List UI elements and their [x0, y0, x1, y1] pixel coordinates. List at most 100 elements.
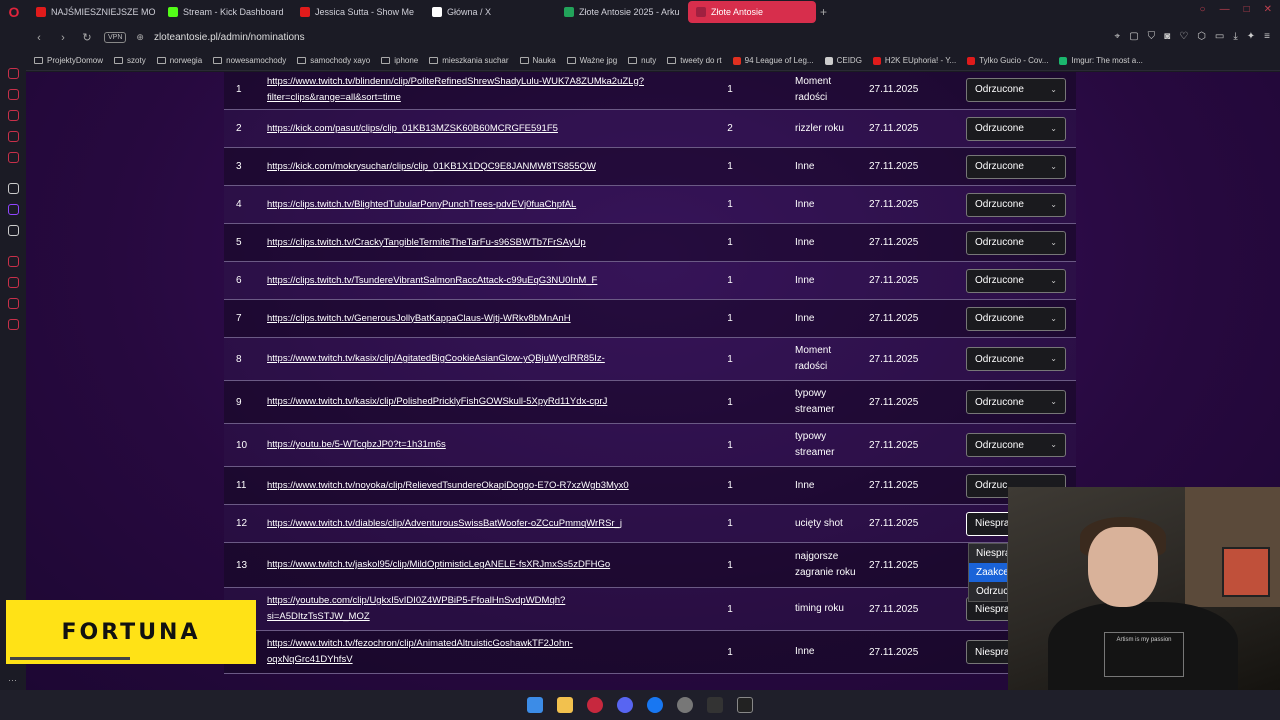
bookmark-item[interactable]: norwegia	[156, 56, 202, 65]
clip-link-line[interactable]: https://www.twitch.tv/noyoka/clip/Reliev…	[267, 478, 683, 494]
clip-link[interactable]: https://clips.twitch.tv/BlightedTubularP…	[267, 197, 683, 213]
status-select[interactable]: Odrzucone ⌄	[966, 230, 1066, 255]
clip-link[interactable]: https://www.twitch.tv/jaskol95/clip/Mild…	[267, 557, 683, 573]
terminal-icon[interactable]	[707, 697, 723, 713]
sidebar-twitch-icon[interactable]	[7, 204, 19, 215]
clip-link-line[interactable]: https://www.twitch.tv/kasix/clip/Agitate…	[267, 351, 683, 367]
clip-link[interactable]: https://kick.com/pasut/clips/clip_01KB13…	[267, 121, 683, 137]
clip-link[interactable]: https://www.twitch.tv/blindenn/clip/Poli…	[267, 74, 683, 106]
sidebar-email-icon[interactable]	[7, 68, 19, 79]
facebook-icon[interactable]	[647, 697, 663, 713]
clip-link-line[interactable]: https://youtu.be/5-WTcqbzJP0?t=1h31m6s	[267, 437, 683, 453]
url-input[interactable]: zloteantosie.pl/admin/nominations	[154, 32, 305, 43]
menu-icon[interactable]: ≡	[1264, 31, 1270, 42]
file-explorer-icon[interactable]	[557, 697, 573, 713]
status-select[interactable]: Odrzucone ⌄	[966, 154, 1066, 179]
reload-button[interactable]: ↻	[80, 31, 94, 44]
sidebar-settings-icon[interactable]	[7, 319, 19, 330]
sidebar-messenger-icon[interactable]	[7, 131, 19, 142]
bookmark-item[interactable]: nuty	[628, 56, 656, 65]
shield-icon[interactable]: ⛉	[1148, 31, 1156, 42]
opera-taskbar-icon[interactable]	[587, 697, 603, 713]
clip-link[interactable]: https://www.twitch.tv/kasix/clip/Agitate…	[267, 351, 683, 367]
status-select[interactable]: Odrzucone ⌄	[966, 192, 1066, 217]
clip-link-line[interactable]: https://clips.twitch.tv/CrackyTangibleTe…	[267, 235, 683, 251]
bookmark-item[interactable]: Imgur: The most a...	[1059, 56, 1143, 65]
browser-tab[interactable]: Stream - Kick Dashboard	[160, 1, 288, 23]
bookmark-item[interactable]: Tylko Gucio - Cov...	[967, 56, 1048, 65]
vpn-badge[interactable]: VPN	[104, 32, 127, 43]
clip-link[interactable]: https://kick.com/mokrysuchar/clips/clip_…	[267, 159, 683, 175]
bookmark-item[interactable]: Ważne jpg	[566, 56, 617, 65]
back-button[interactable]: ‹	[32, 32, 46, 44]
bookmark-item[interactable]: szoty	[114, 56, 146, 65]
clip-link-line[interactable]: https://www.twitch.tv/kasix/clip/Polishe…	[267, 394, 683, 410]
bookmark-item[interactable]: ProjektyDomow	[34, 56, 103, 65]
sidebar-gmail-icon[interactable]	[7, 152, 19, 163]
more-options-icon[interactable]: ···	[8, 675, 17, 685]
browser-tab[interactable]: Złote Antosie 2025 - Arku	[556, 1, 684, 23]
status-select[interactable]: Odrzucone ⌄	[966, 347, 1066, 371]
browser-tab[interactable]: Główna / X	[424, 1, 552, 23]
clip-link[interactable]: https://clips.twitch.tv/CrackyTangibleTe…	[267, 235, 683, 251]
clip-link-line[interactable]: https://www.twitch.tv/fezochron/clip/Ani…	[267, 636, 683, 652]
bookmark-item[interactable]: mieszkania suchar	[429, 56, 509, 65]
status-select[interactable]: Odrzucone ⌄	[966, 116, 1066, 141]
sidebar-clock-icon[interactable]	[7, 277, 19, 288]
browser-tab[interactable]: NAJŚMIESZNIEJSZE MOM	[28, 1, 156, 23]
bookmark-item[interactable]: H2K EUphoria! - Y...	[872, 56, 956, 65]
clip-link-line[interactable]: si=A5DItzTsSTJW_MOZ	[267, 609, 683, 625]
clip-link-line[interactable]: https://www.twitch.tv/diables/clip/Adven…	[267, 516, 683, 532]
search-icon[interactable]: ○	[1200, 4, 1206, 15]
status-select[interactable]: Odrzucone ⌄	[966, 433, 1066, 457]
bookmark-item[interactable]: nowesamochody	[213, 56, 286, 65]
clip-link[interactable]: https://youtu.be/5-WTcqbzJP0?t=1h31m6s	[267, 437, 683, 453]
clip-link[interactable]: https://clips.twitch.tv/TsundereVibrantS…	[267, 273, 683, 289]
clip-link-line[interactable]: https://clips.twitch.tv/TsundereVibrantS…	[267, 273, 683, 289]
epic-games-icon[interactable]	[737, 697, 753, 713]
clip-link[interactable]: https://www.twitch.tv/kasix/clip/Polishe…	[267, 394, 683, 410]
discord-icon[interactable]	[617, 697, 633, 713]
opera-logo-icon[interactable]: O	[0, 0, 28, 24]
clip-link-line[interactable]: https://kick.com/pasut/clips/clip_01KB13…	[267, 121, 683, 137]
status-select[interactable]: Odrzucone ⌄	[966, 77, 1066, 102]
new-tab-button[interactable]: +	[820, 5, 827, 19]
clip-link[interactable]: https://www.twitch.tv/fezochron/clip/Ani…	[267, 636, 683, 668]
bookmark-item[interactable]: CEIDG	[824, 56, 862, 65]
sidebar-extensions-icon[interactable]	[7, 298, 19, 309]
status-select[interactable]: Odrzucone ⌄	[966, 306, 1066, 331]
screenshot-icon[interactable]: ▢	[1129, 31, 1138, 42]
sidebar-x-icon[interactable]	[7, 225, 19, 236]
start-icon[interactable]	[527, 697, 543, 713]
sidebar-bag-icon[interactable]	[7, 110, 19, 121]
status-dropdown-list[interactable]: NiespraZaakceOdrzuc	[968, 543, 1008, 602]
download-icon[interactable]: ⤓	[1233, 31, 1237, 42]
clip-link-line[interactable]: https://clips.twitch.tv/BlightedTubularP…	[267, 197, 683, 213]
dropdown-option[interactable]: Odrzuc	[969, 582, 1007, 601]
wallet-icon[interactable]: ▭	[1215, 31, 1224, 42]
aria-ai-icon[interactable]: ✦	[1247, 31, 1255, 42]
dropdown-option[interactable]: Zaakce	[969, 563, 1007, 582]
clip-link-line[interactable]: filter=clips&range=all&sort=time	[267, 90, 683, 106]
clip-link-line[interactable]: https://clips.twitch.tv/GenerousJollyBat…	[267, 311, 683, 327]
clip-link-line[interactable]: https://kick.com/mokrysuchar/clips/clip_…	[267, 159, 683, 175]
camera-icon[interactable]: ◙	[1164, 31, 1170, 42]
bookmark-item[interactable]: samochody xayo	[297, 56, 370, 65]
bookmark-item[interactable]: tweety do rt	[667, 56, 722, 65]
sidebar-chatgpt-icon[interactable]	[7, 183, 19, 194]
minimize-button[interactable]: —	[1220, 4, 1230, 15]
pin-icon[interactable]: ⌖	[1115, 31, 1121, 42]
browser-tab[interactable]: Złote Antosie	[688, 1, 816, 23]
close-window-button[interactable]: ✕	[1264, 4, 1272, 15]
bookmark-item[interactable]: iphone	[381, 56, 418, 65]
extensions-icon[interactable]: ⬡	[1197, 31, 1206, 42]
status-select[interactable]: Odrzucone ⌄	[966, 390, 1066, 414]
clip-link[interactable]: https://www.twitch.tv/noyoka/clip/Reliev…	[267, 478, 683, 494]
forward-button[interactable]: ›	[56, 32, 70, 44]
sidebar-flow-icon[interactable]	[7, 89, 19, 100]
heart-icon[interactable]: ♡	[1179, 31, 1188, 42]
browser-tab[interactable]: Jessica Sutta - Show Me	[292, 1, 420, 23]
clip-link[interactable]: https://www.twitch.tv/diables/clip/Adven…	[267, 516, 683, 532]
clip-link[interactable]: https://clips.twitch.tv/GenerousJollyBat…	[267, 311, 683, 327]
clip-link-line[interactable]: https://youtube.com/clip/UgkxI5vIDI0Z4WP…	[267, 593, 683, 609]
